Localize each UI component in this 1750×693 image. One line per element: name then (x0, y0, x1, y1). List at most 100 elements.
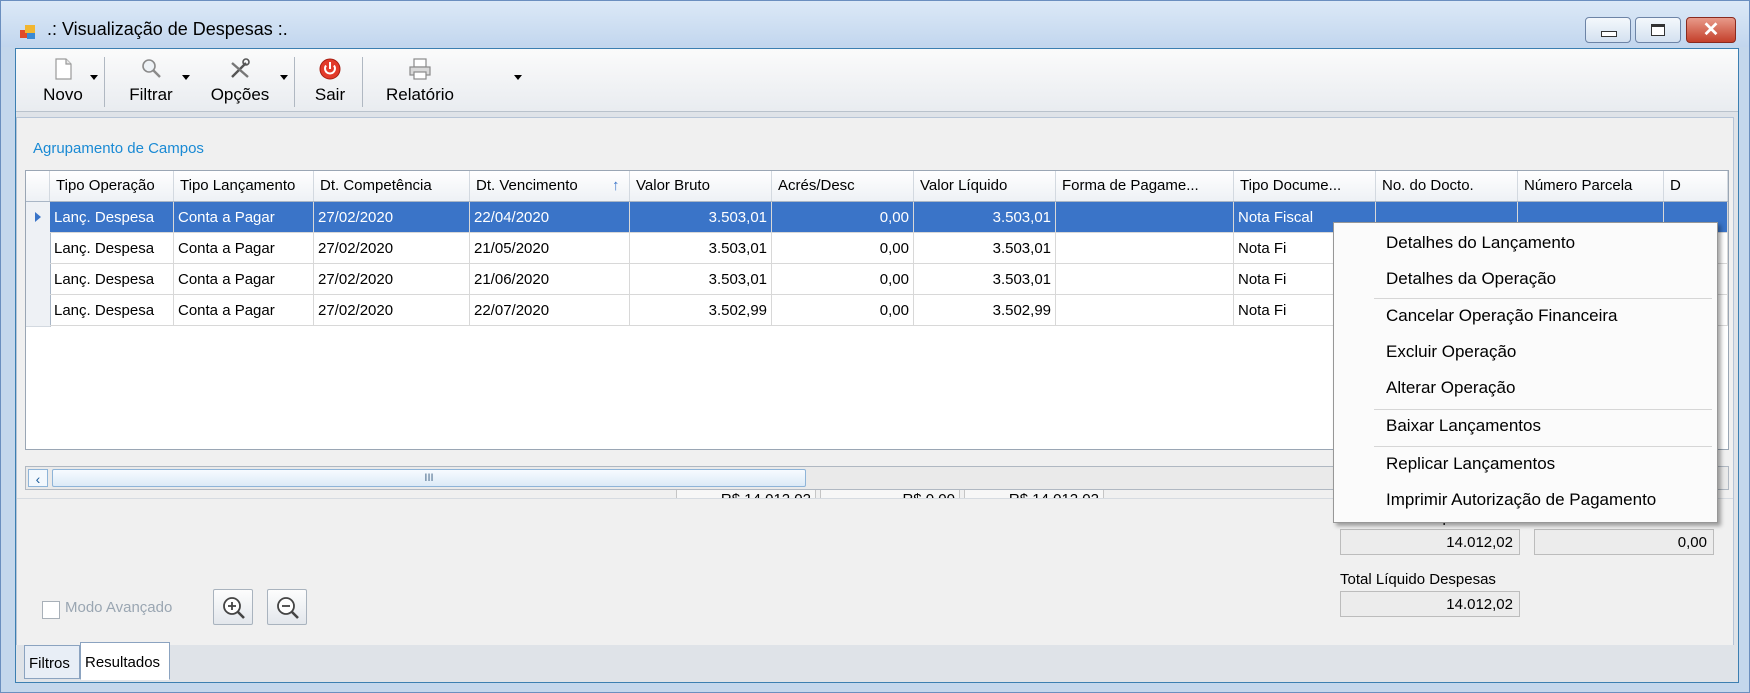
title-bar[interactable]: .: Visualização de Despesas :. ✕ (1, 1, 1749, 47)
column-header[interactable]: Acrés/Desc (772, 171, 914, 201)
column-header[interactable]: D (1664, 171, 1728, 201)
column-header-sorted[interactable]: Dt. Vencimento ↑ (470, 171, 630, 201)
relatorio-dropdown-icon[interactable] (514, 75, 522, 80)
table-cell[interactable]: 0,00 (772, 233, 914, 264)
tab-filtros[interactable]: Filtros (24, 645, 80, 679)
toolbar-separator (362, 57, 363, 107)
scroll-left-button[interactable]: ‹ (28, 469, 48, 487)
column-header[interactable]: No. do Docto. (1376, 171, 1518, 201)
scroll-thumb[interactable]: III (52, 469, 806, 487)
total-bruto-field: 14.012,02 (1340, 529, 1520, 555)
table-cell[interactable]: Conta a Pagar (174, 264, 314, 295)
table-cell[interactable]: 21/05/2020 (470, 233, 630, 264)
table-cell[interactable]: 3.503,01 (914, 202, 1056, 233)
power-icon (319, 58, 341, 80)
column-header[interactable]: Tipo Lançamento (174, 171, 314, 201)
toolbar: Novo Filtrar Opções Sair Relatório (16, 49, 1738, 112)
table-cell[interactable]: 3.503,01 (914, 233, 1056, 264)
sair-button[interactable]: Sair (302, 49, 358, 111)
total-liquido-field: 14.012,02 (1340, 591, 1520, 617)
column-header[interactable]: Tipo Docume... (1234, 171, 1376, 201)
group-by-area-label[interactable]: Agrupamento de Campos (33, 140, 204, 157)
table-cell[interactable]: 3.503,01 (630, 264, 772, 295)
novo-button[interactable]: Novo (24, 49, 102, 111)
table-cell[interactable]: 27/02/2020 (314, 264, 470, 295)
table-cell[interactable]: 0,00 (772, 295, 914, 326)
minimize-button[interactable] (1585, 17, 1631, 43)
table-cell[interactable]: 27/02/2020 (314, 295, 470, 326)
menu-separator (1374, 446, 1712, 447)
column-header[interactable]: Forma de Pagame... (1056, 171, 1234, 201)
column-header[interactable]: Dt. Competência (314, 171, 470, 201)
menu-item-detalhes-lancamento[interactable]: Detalhes do Lançamento (1386, 233, 1575, 253)
table-cell[interactable]: Lanç. Despesa (50, 233, 174, 264)
row-header[interactable] (26, 264, 51, 296)
close-button[interactable]: ✕ (1686, 17, 1736, 43)
table-cell[interactable]: Conta a Pagar (174, 202, 314, 233)
table-cell[interactable]: 3.503,01 (630, 233, 772, 264)
window-title: .: Visualização de Despesas :. (47, 19, 288, 39)
filtrar-button[interactable]: Filtrar (116, 49, 186, 111)
table-cell[interactable]: Lanç. Despesa (50, 295, 174, 326)
menu-item-excluir-operacao[interactable]: Excluir Operação (1386, 342, 1516, 362)
table-cell[interactable]: 0,00 (772, 202, 914, 233)
tab-resultados[interactable]: Resultados (80, 642, 170, 680)
maximize-button[interactable] (1635, 17, 1681, 43)
table-cell[interactable]: Conta a Pagar (174, 233, 314, 264)
row-header[interactable] (26, 202, 51, 234)
table-cell[interactable]: 21/06/2020 (470, 264, 630, 295)
table-cell[interactable]: 22/07/2020 (470, 295, 630, 326)
table-cell[interactable]: Lanç. Despesa (50, 264, 174, 295)
sair-label: Sair (314, 85, 346, 104)
table-cell[interactable]: Lanç. Despesa (50, 202, 174, 233)
tools-icon (231, 58, 250, 78)
table-cell[interactable] (1056, 264, 1234, 295)
maximize-icon (1651, 24, 1665, 36)
modo-avancado-label: Modo Avançado (65, 599, 173, 616)
close-icon: ✕ (1702, 19, 1720, 41)
column-header[interactable]: Número Parcela (1518, 171, 1664, 201)
table-cell[interactable] (1056, 202, 1234, 233)
menu-item-replicar-lancamentos[interactable]: Replicar Lançamentos (1386, 454, 1555, 474)
sort-ascending-icon: ↑ (612, 177, 620, 194)
table-cell[interactable]: 3.503,01 (630, 202, 772, 233)
row-header-corner (26, 171, 50, 201)
filtrar-dropdown-icon[interactable] (182, 75, 190, 80)
menu-item-alterar-operacao[interactable]: Alterar Operação (1386, 378, 1515, 398)
menu-item-baixar-lancamentos[interactable]: Baixar Lançamentos (1386, 416, 1541, 436)
table-cell[interactable]: 3.502,99 (914, 295, 1056, 326)
row-header[interactable] (26, 233, 51, 265)
table-cell[interactable]: 22/04/2020 (470, 202, 630, 233)
menu-item-cancelar-operacao[interactable]: Cancelar Operação Financeira (1386, 306, 1618, 326)
table-cell[interactable]: 27/02/2020 (314, 233, 470, 264)
zoom-out-button[interactable] (267, 589, 307, 625)
column-header[interactable]: Tipo Operação (50, 171, 174, 201)
column-header[interactable]: Valor Líquido (914, 171, 1056, 201)
menu-separator (1374, 409, 1712, 410)
row-header[interactable] (26, 295, 51, 327)
table-cell[interactable]: 3.503,01 (914, 264, 1056, 295)
opcoes-button[interactable]: Opções (202, 49, 278, 111)
relatorio-button[interactable]: Relatório (372, 49, 468, 111)
zoom-in-icon (223, 597, 245, 619)
table-cell[interactable]: 27/02/2020 (314, 202, 470, 233)
table-cell[interactable]: 3.502,99 (630, 295, 772, 326)
table-cell[interactable]: 0,00 (772, 264, 914, 295)
current-row-icon (35, 212, 41, 222)
novo-label: Novo (43, 85, 83, 104)
minimize-icon (1601, 31, 1617, 37)
menu-item-imprimir-autorizacao[interactable]: Imprimir Autorização de Pagamento (1386, 490, 1656, 510)
opcoes-dropdown-icon[interactable] (280, 75, 288, 80)
grid-header: Tipo Operação Tipo Lançamento Dt. Compet… (26, 171, 1728, 202)
modo-avancado-checkbox[interactable] (42, 601, 60, 619)
menu-item-detalhes-operacao[interactable]: Detalhes da Operação (1386, 269, 1556, 289)
novo-dropdown-icon[interactable] (90, 75, 98, 80)
table-cell[interactable]: Conta a Pagar (174, 295, 314, 326)
zoom-in-button[interactable] (213, 589, 253, 625)
printer-icon (409, 58, 431, 80)
total-acres-field: 0,00 (1534, 529, 1714, 555)
table-cell[interactable] (1056, 233, 1234, 264)
total-liquido-label: Total Líquido Despesas (1340, 571, 1496, 588)
column-header[interactable]: Valor Bruto (630, 171, 772, 201)
table-cell[interactable] (1056, 295, 1234, 326)
